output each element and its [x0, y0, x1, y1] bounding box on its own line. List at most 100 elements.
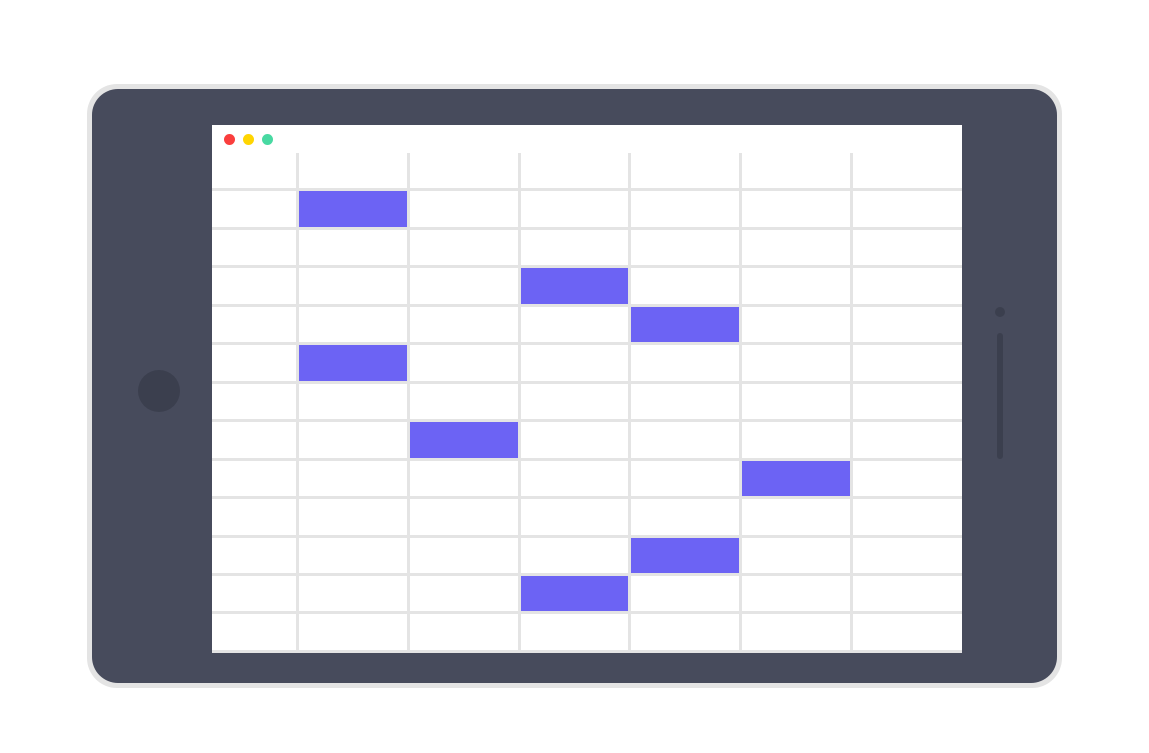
grid-cell[interactable] [298, 459, 409, 497]
minimize-icon[interactable] [243, 134, 254, 145]
grid-cell[interactable] [630, 228, 741, 266]
grid-cell[interactable] [630, 613, 741, 652]
grid-cell[interactable] [408, 459, 519, 497]
grid-cell[interactable] [298, 344, 409, 382]
grid-cell[interactable] [851, 228, 962, 266]
close-icon[interactable] [224, 134, 235, 145]
grid-cell[interactable] [630, 153, 741, 190]
grid-cell[interactable] [519, 267, 630, 305]
grid-cell[interactable] [212, 613, 298, 652]
camera-dot-icon [995, 307, 1005, 317]
grid-cell[interactable] [298, 536, 409, 574]
grid-cell[interactable] [212, 190, 298, 228]
grid-cell[interactable] [408, 382, 519, 420]
grid-cell[interactable] [519, 153, 630, 190]
grid-cell[interactable] [519, 421, 630, 459]
grid-cell[interactable] [519, 574, 630, 612]
grid-cell[interactable] [741, 228, 852, 266]
grid-cell[interactable] [851, 613, 962, 652]
grid-cell[interactable] [741, 267, 852, 305]
grid-cell[interactable] [630, 421, 741, 459]
grid-cell[interactable] [408, 228, 519, 266]
grid-cell[interactable] [741, 421, 852, 459]
grid-cell[interactable] [519, 459, 630, 497]
grid-cell[interactable] [298, 382, 409, 420]
grid-cell[interactable] [212, 344, 298, 382]
grid-cell[interactable] [408, 421, 519, 459]
grid-cell[interactable] [408, 574, 519, 612]
grid-cell[interactable] [630, 190, 741, 228]
window-title-bar [212, 125, 962, 153]
grid-cell[interactable] [298, 153, 409, 190]
grid-cell[interactable] [298, 574, 409, 612]
spreadsheet-grid[interactable] [212, 153, 962, 653]
grid-cell[interactable] [851, 382, 962, 420]
grid-cell[interactable] [408, 536, 519, 574]
grid-cell[interactable] [212, 267, 298, 305]
grid-cell[interactable] [741, 613, 852, 652]
grid-cell[interactable] [630, 344, 741, 382]
grid-cell[interactable] [741, 574, 852, 612]
grid-cell[interactable] [630, 382, 741, 420]
grid-cell[interactable] [408, 498, 519, 536]
grid-cell[interactable] [630, 498, 741, 536]
grid-cell[interactable] [741, 382, 852, 420]
grid-cell[interactable] [851, 190, 962, 228]
grid-cell[interactable] [408, 305, 519, 343]
grid-cell[interactable] [408, 613, 519, 652]
grid-cell[interactable] [630, 267, 741, 305]
grid-cell[interactable] [741, 153, 852, 190]
grid-cell[interactable] [298, 305, 409, 343]
grid-cell[interactable] [851, 267, 962, 305]
grid-cell[interactable] [212, 305, 298, 343]
grid-cell[interactable] [408, 267, 519, 305]
grid-cell[interactable] [408, 190, 519, 228]
grid-cell[interactable] [851, 459, 962, 497]
grid-cell[interactable] [851, 536, 962, 574]
grid-cell[interactable] [741, 459, 852, 497]
grid-cell[interactable] [212, 459, 298, 497]
grid-cell[interactable] [212, 382, 298, 420]
grid-cell[interactable] [851, 574, 962, 612]
grid-cell[interactable] [741, 498, 852, 536]
grid-cell[interactable] [212, 228, 298, 266]
grid-cell[interactable] [741, 344, 852, 382]
grid-cell[interactable] [519, 305, 630, 343]
grid-cell[interactable] [630, 536, 741, 574]
grid-cell[interactable] [741, 190, 852, 228]
grid-cell[interactable] [212, 574, 298, 612]
grid-cell[interactable] [851, 153, 962, 190]
grid-cell[interactable] [851, 344, 962, 382]
grid-cell[interactable] [298, 498, 409, 536]
grid-cell[interactable] [298, 228, 409, 266]
grid-cell[interactable] [519, 344, 630, 382]
grid-cell[interactable] [519, 613, 630, 652]
grid-cell[interactable] [851, 305, 962, 343]
grid-cell[interactable] [630, 305, 741, 343]
grid-cell[interactable] [519, 536, 630, 574]
app-window [212, 125, 962, 653]
grid-cell[interactable] [212, 421, 298, 459]
grid-cell[interactable] [298, 613, 409, 652]
grid-cell[interactable] [519, 382, 630, 420]
grid-cell[interactable] [298, 421, 409, 459]
grid-cell[interactable] [212, 153, 298, 190]
grid-cell[interactable] [630, 574, 741, 612]
grid-cell[interactable] [212, 498, 298, 536]
speaker-slit-icon [997, 333, 1003, 459]
maximize-icon[interactable] [262, 134, 273, 145]
home-button-icon [138, 370, 180, 412]
grid-cell[interactable] [851, 498, 962, 536]
grid-cell[interactable] [212, 536, 298, 574]
grid-cell[interactable] [298, 190, 409, 228]
grid-cell[interactable] [408, 344, 519, 382]
grid-cell[interactable] [741, 305, 852, 343]
grid-cell[interactable] [741, 536, 852, 574]
grid-cell[interactable] [519, 498, 630, 536]
grid-cell[interactable] [519, 228, 630, 266]
grid-cell[interactable] [519, 190, 630, 228]
grid-cell[interactable] [630, 459, 741, 497]
grid-cell[interactable] [851, 421, 962, 459]
grid-cell[interactable] [408, 153, 519, 190]
grid-cell[interactable] [298, 267, 409, 305]
